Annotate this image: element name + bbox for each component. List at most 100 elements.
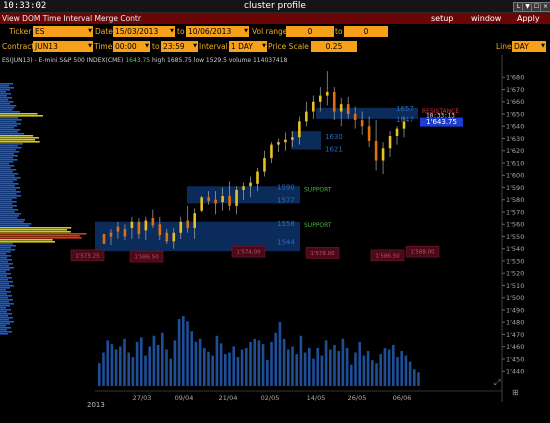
x-tick-label: 21/04 — [219, 394, 238, 402]
profile-bar — [0, 277, 13, 279]
profile-bar — [0, 91, 7, 93]
volume-bar — [312, 358, 315, 386]
profile-bar — [0, 85, 10, 87]
marker-value: 1'575.25 — [75, 253, 100, 259]
profile-bar — [0, 321, 14, 323]
volume-bar — [341, 338, 345, 386]
candle-body — [165, 232, 169, 242]
date-from-field[interactable]: 15/03/2013 ▼ — [113, 26, 175, 37]
volume-bar — [186, 321, 189, 386]
volume-bar — [190, 331, 193, 386]
volume-bar — [324, 340, 328, 386]
ticker-select[interactable]: ES ▼ — [33, 26, 93, 37]
profile-bar — [0, 315, 8, 317]
date-from-value: 15/03/2013 — [115, 27, 159, 36]
volume-bar — [177, 319, 181, 386]
profile-bar — [0, 199, 13, 201]
y-tick-label: 1'670 — [506, 86, 524, 94]
volume-bar — [98, 363, 101, 386]
profile-bar — [0, 163, 10, 165]
volume-bar — [224, 354, 227, 386]
volume-bar — [249, 341, 252, 386]
profile-bar — [0, 121, 17, 123]
volume-bar — [362, 355, 366, 386]
profile-bar — [0, 107, 15, 109]
profile-bar — [0, 233, 87, 235]
time-from-field[interactable]: 00:00 ▼ — [113, 41, 150, 52]
volume-bar — [366, 351, 370, 386]
x-tick-label: 14/05 — [307, 394, 326, 402]
current-price-value: 1'643.75 — [426, 118, 457, 126]
candle-body — [109, 232, 113, 237]
profile-bar — [0, 291, 11, 293]
year-label: 2013 — [87, 401, 105, 409]
candle-body — [318, 95, 322, 102]
expand-icon[interactable]: ⤢ — [494, 378, 500, 388]
profile-bar — [0, 131, 18, 133]
line-select[interactable]: DAY ▼ — [512, 41, 546, 52]
menu-window[interactable]: window — [471, 13, 501, 24]
volume-bar — [127, 352, 130, 386]
profile-bar — [0, 267, 15, 269]
close-icon[interactable]: × — [540, 2, 550, 12]
menu-items[interactable]: View DOM Time Interval Merge Contr — [2, 13, 141, 24]
profile-bar — [0, 189, 16, 191]
profile-bar — [0, 109, 13, 111]
clock: 10:33:02 — [3, 1, 47, 11]
volume-bar — [274, 332, 277, 386]
dropdown-caret-icon: ▼ — [541, 43, 545, 49]
profile-bar — [0, 237, 82, 239]
zone-value: 1558 — [277, 220, 295, 228]
y-tick-label: 1'500 — [506, 294, 524, 302]
profile-bar — [0, 283, 9, 285]
volume-bar — [240, 349, 244, 386]
x-tick-label: 02/05 — [261, 394, 280, 402]
date-label: Date — [95, 27, 113, 36]
price-scale-field[interactable]: 0.25 — [311, 41, 357, 52]
volume-bar — [379, 354, 382, 386]
profile-bar — [0, 165, 15, 167]
profile-bar — [0, 217, 18, 219]
profile-bar — [0, 309, 11, 311]
volume-bar — [165, 349, 168, 386]
profile-bar — [0, 317, 13, 319]
interval-select[interactable]: 1 DAY ▼ — [229, 41, 267, 52]
time-to-field[interactable]: 23:59 ▼ — [161, 41, 198, 52]
vol-from-field[interactable]: 0 — [286, 26, 334, 37]
profile-bar — [0, 311, 7, 313]
y-tick-label: 1'590 — [506, 184, 524, 192]
profile-bar — [0, 227, 72, 229]
contract-value: JUN13 — [35, 42, 58, 51]
y-tick-label: 1'620 — [506, 147, 524, 155]
volume-bar — [266, 360, 269, 386]
date-to-label: to — [177, 27, 185, 36]
volume-bar — [345, 347, 349, 386]
profile-bar — [0, 273, 12, 275]
menu-setup[interactable]: setup — [431, 13, 453, 24]
volume-bar — [135, 341, 139, 386]
y-tick-label: 1'530 — [506, 257, 524, 265]
candle-body — [312, 101, 315, 112]
candle-body — [360, 120, 364, 127]
menu-apply[interactable]: Apply — [517, 13, 540, 24]
vol-to-field[interactable]: 0 — [344, 26, 388, 37]
profile-bar — [0, 275, 8, 277]
profile-bar — [0, 187, 20, 189]
date-to-field[interactable]: 10/06/2013 ▼ — [186, 26, 249, 37]
candle-body — [367, 126, 371, 141]
scroll-icon[interactable]: ⊞ — [512, 388, 519, 397]
profile-bar — [0, 215, 19, 217]
candle-body — [235, 189, 238, 206]
contract-select[interactable]: JUN13 ▼ — [33, 41, 93, 52]
profile-bar — [0, 193, 17, 195]
time-from-value: 00:00 — [115, 42, 137, 51]
profile-bar — [0, 287, 10, 289]
chart-header: ES(JUN13) - E-mini S&P 500 INDEX(CME) 16… — [2, 57, 287, 64]
candle-body — [130, 221, 134, 228]
volume-bar — [257, 340, 261, 386]
time-to-label: to — [152, 42, 160, 51]
price-chart[interactable]: RESISTANCESUPPORTSUPPORT1657164716301621… — [0, 55, 550, 402]
profile-bar — [0, 265, 10, 267]
candle-body — [158, 224, 162, 236]
volume-bar — [413, 369, 416, 386]
